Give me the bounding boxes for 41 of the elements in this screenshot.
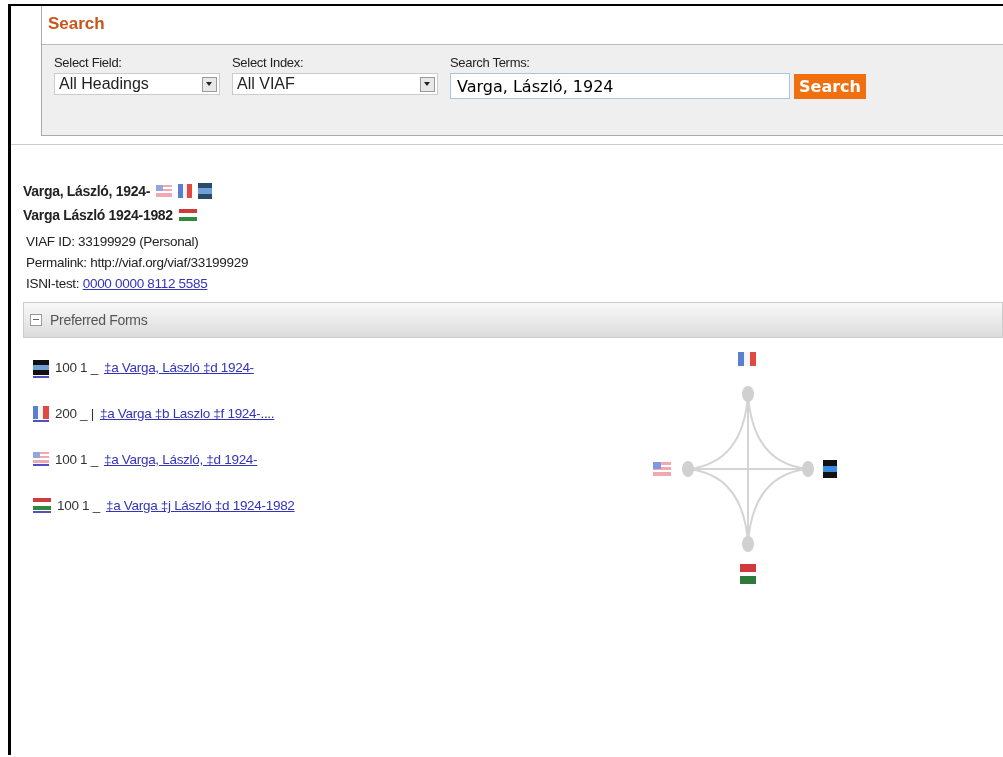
terms-label: Search Terms: [450,55,531,70]
marc-tag: 100 1 _ [55,452,98,467]
search-field[interactable]: Varga, László, 1924 [450,73,790,99]
logo-icon [33,360,49,378]
marc-tag: 100 1 _ [57,498,100,513]
logo-icon [198,183,213,199]
field-label: Select Field: [54,55,123,70]
flag-icon [738,352,756,366]
graph-node [742,536,754,552]
flag-icon [156,185,173,197]
marc-tag: 100 1 _ [55,360,98,375]
index-label: Select Index: [232,55,305,70]
form-link[interactable]: ‡a Varga, László, ‡d 1924- [103,452,258,467]
flag-icon [33,406,49,422]
graph-node [682,461,694,477]
graph-node [802,461,814,477]
flag-icon [178,184,193,198]
flag-icon [178,209,197,221]
detail-text: ISNI-test: [26,276,81,291]
collapse-icon[interactable] [30,314,42,326]
form-link[interactable]: ‡a Varga ‡j László ‡d 1924-1982 [105,498,295,513]
graph-node [742,386,754,402]
flag-icon [33,498,51,514]
detail-text: Permalink: http://viaf.org/viaf/33199929 [26,255,249,270]
section-title: Preferred Forms [50,312,148,328]
dropdown-icon [420,76,435,92]
dropdown-icon [202,76,217,92]
flag-icon [33,452,49,466]
isni-link[interactable]: 0000 0000 8112 5585 [82,276,208,291]
form-link[interactable]: ‡a Varga, László ‡d 1924- [103,360,254,375]
detail-text: VIAF ID: 33199929 (Personal) [26,234,199,249]
logo-icon [823,460,837,478]
flag-icon [653,462,671,476]
marc-tag: 200 _ | [55,406,94,421]
heading-name: Varga László 1924-1982 [23,207,173,223]
panel-title: Search [42,6,1003,45]
form-link[interactable]: ‡a Varga ‡b Laszlo ‡f 1924-.... [99,406,275,421]
field-select[interactable]: All Headings [54,73,220,95]
index-select[interactable]: All VIAF [232,73,438,95]
heading-name: Varga, László, 1924- [23,183,151,199]
flag-icon [740,564,756,584]
